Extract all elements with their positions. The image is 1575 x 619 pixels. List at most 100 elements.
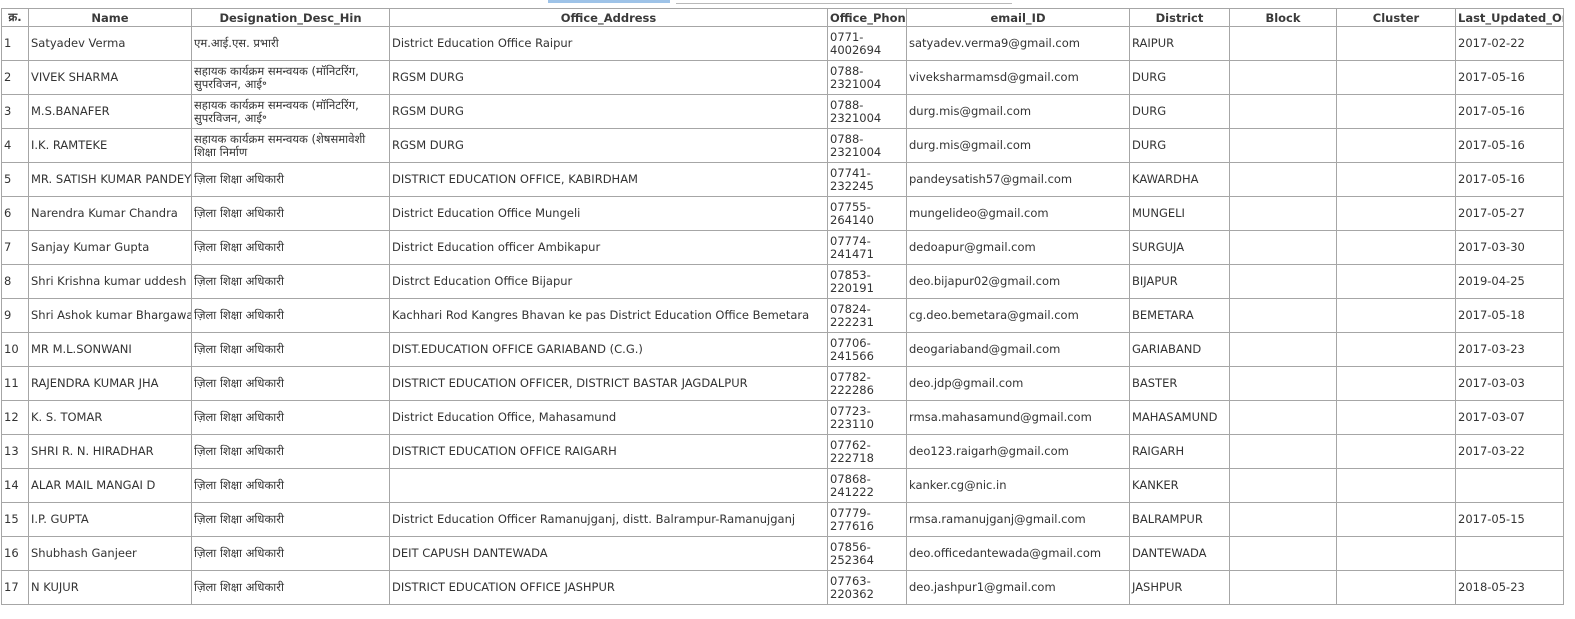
cell-cluster: [1336, 332, 1456, 367]
cell-cluster: [1336, 434, 1456, 469]
cell-name: ALAR MAIL MANGAI D: [28, 468, 192, 503]
cell-block: [1229, 26, 1337, 61]
table-row: 5 MR. SATISH KUMAR PANDEY ज़िला शिक्षा अधि…: [1, 162, 1564, 197]
column-header-block[interactable]: Block: [1229, 8, 1337, 27]
cell-office-phone: 07755-264140: [827, 196, 907, 231]
cell-last-updated: 2019-04-25: [1455, 264, 1564, 299]
active-tab-indicator[interactable]: [548, 0, 670, 3]
cell-office-address: RGSM DURG: [389, 128, 828, 163]
column-header-cluster[interactable]: Cluster: [1336, 8, 1456, 27]
cell-email: pandeysatish57@gmail.com: [906, 162, 1130, 197]
cell-office-phone: 0788-2321004: [827, 94, 907, 129]
cell-block: [1229, 366, 1337, 401]
cell-district: KANKER: [1129, 468, 1230, 503]
inactive-tab-indicator[interactable]: [676, 0, 1012, 4]
column-header-district[interactable]: District: [1129, 8, 1230, 27]
cell-office-address: Distrct Education Office Bijapur: [389, 264, 828, 299]
cell-name: VIVEK SHARMA: [28, 60, 192, 95]
cell-email: deo.bijapur02@gmail.com: [906, 264, 1130, 299]
cell-serial: 5: [1, 162, 29, 197]
cell-block: [1229, 264, 1337, 299]
column-header-designation[interactable]: Designation_Desc_Hin: [191, 8, 390, 27]
cell-designation: ज़िला शिक्षा अधिकारी: [191, 570, 390, 605]
table-row: 9 Shri Ashok kumar Bhargawa ज़िला शिक्षा अ…: [1, 298, 1564, 333]
cell-last-updated: [1455, 536, 1564, 571]
cell-office-phone: 07779-277616: [827, 502, 907, 537]
cell-district: RAIGARH: [1129, 434, 1230, 469]
cell-cluster: [1336, 264, 1456, 299]
cell-cluster: [1336, 94, 1456, 129]
cell-serial: 4: [1, 128, 29, 163]
cell-office-address: District Education Office Raipur: [389, 26, 828, 61]
cell-last-updated: 2017-05-27: [1455, 196, 1564, 231]
cell-district: BIJAPUR: [1129, 264, 1230, 299]
cell-office-address: Kachhari Rod Kangres Bhavan ke pas Distr…: [389, 298, 828, 333]
cell-office-address: DIST.EDUCATION OFFICE GARIABAND (C.G.): [389, 332, 828, 367]
table-row: 17 N KUJUR ज़िला शिक्षा अधिकारी DISTRICT ED…: [1, 570, 1564, 605]
column-header-serial[interactable]: क्र.: [1, 8, 29, 27]
cell-email: deo.jashpur1@gmail.com: [906, 570, 1130, 605]
cell-last-updated: 2017-05-18: [1455, 298, 1564, 333]
cell-cluster: [1336, 468, 1456, 503]
cell-district: BASTER: [1129, 366, 1230, 401]
column-header-last-updated[interactable]: Last_Updated_On: [1455, 8, 1564, 27]
cell-cluster: [1336, 128, 1456, 163]
cell-district: MAHASAMUND: [1129, 400, 1230, 435]
cell-office-address: District Education officer Ambikapur: [389, 230, 828, 265]
table-row: 14 ALAR MAIL MANGAI D ज़िला शिक्षा अधिकारी…: [1, 468, 1564, 503]
cell-last-updated: 2017-02-22: [1455, 26, 1564, 61]
cell-district: SURGUJA: [1129, 230, 1230, 265]
cell-district: DURG: [1129, 60, 1230, 95]
cell-email: cg.deo.bemetara@gmail.com: [906, 298, 1130, 333]
cell-office-address: DISTRICT EDUCATION OFFICER, DISTRICT BAS…: [389, 366, 828, 401]
cell-designation: सहायक कार्यक्रम समन्वयक (शेषसमावेशी शिक्…: [191, 128, 390, 163]
cell-name: I.P. GUPTA: [28, 502, 192, 537]
cell-office-phone: 0788-2321004: [827, 128, 907, 163]
cell-last-updated: [1455, 468, 1564, 503]
cell-email: rmsa.ramanujganj@gmail.com: [906, 502, 1130, 537]
cell-district: JASHPUR: [1129, 570, 1230, 605]
cell-last-updated: 2017-03-03: [1455, 366, 1564, 401]
cell-name: I.K. RAMTEKE: [28, 128, 192, 163]
cell-last-updated: 2017-03-07: [1455, 400, 1564, 435]
cell-name: RAJENDRA KUMAR JHA: [28, 366, 192, 401]
cell-email: durg.mis@gmail.com: [906, 94, 1130, 129]
cell-office-address: District Education Officer Ramanujganj, …: [389, 502, 828, 537]
cell-serial: 13: [1, 434, 29, 469]
cell-designation: ज़िला शिक्षा अधिकारी: [191, 332, 390, 367]
cell-office-phone: 07762-222718: [827, 434, 907, 469]
cell-last-updated: 2017-05-16: [1455, 162, 1564, 197]
cell-serial: 15: [1, 502, 29, 537]
cell-block: [1229, 94, 1337, 129]
cell-office-phone: 07706-241566: [827, 332, 907, 367]
cell-office-phone: 07723-223110: [827, 400, 907, 435]
column-header-email[interactable]: email_ID: [906, 8, 1130, 27]
cell-cluster: [1336, 400, 1456, 435]
cell-email: rmsa.mahasamund@gmail.com: [906, 400, 1130, 435]
column-header-name[interactable]: Name: [28, 8, 192, 27]
cell-office-address: [389, 468, 828, 503]
cell-office-phone: 0771-4002694: [827, 26, 907, 61]
cell-cluster: [1336, 366, 1456, 401]
cell-office-phone: 07868-241222: [827, 468, 907, 503]
table-row: 8 Shri Krishna kumar uddesh ज़िला शिक्षा अ…: [1, 264, 1564, 299]
cell-designation: ज़िला शिक्षा अधिकारी: [191, 434, 390, 469]
cell-email: viveksharmamsd@gmail.com: [906, 60, 1130, 95]
cell-cluster: [1336, 536, 1456, 571]
cell-serial: 14: [1, 468, 29, 503]
cell-serial: 2: [1, 60, 29, 95]
officers-table: क्र. Name Designation_Desc_Hin Office_Ad…: [1, 8, 1564, 605]
cell-office-address: RGSM DURG: [389, 60, 828, 95]
column-header-office-phone[interactable]: Office_Phone: [827, 8, 907, 27]
cell-last-updated: 2017-05-16: [1455, 60, 1564, 95]
column-header-office-address[interactable]: Office_Address: [389, 8, 828, 27]
cell-designation: ज़िला शिक्षा अधिकारी: [191, 536, 390, 571]
cell-block: [1229, 60, 1337, 95]
cell-district: GARIABAND: [1129, 332, 1230, 367]
cell-serial: 7: [1, 230, 29, 265]
cell-office-address: DEIT CAPUSH DANTEWADA: [389, 536, 828, 571]
cell-serial: 17: [1, 570, 29, 605]
cell-last-updated: 2017-03-22: [1455, 434, 1564, 469]
cell-office-address: RGSM DURG: [389, 94, 828, 129]
cell-district: DURG: [1129, 128, 1230, 163]
